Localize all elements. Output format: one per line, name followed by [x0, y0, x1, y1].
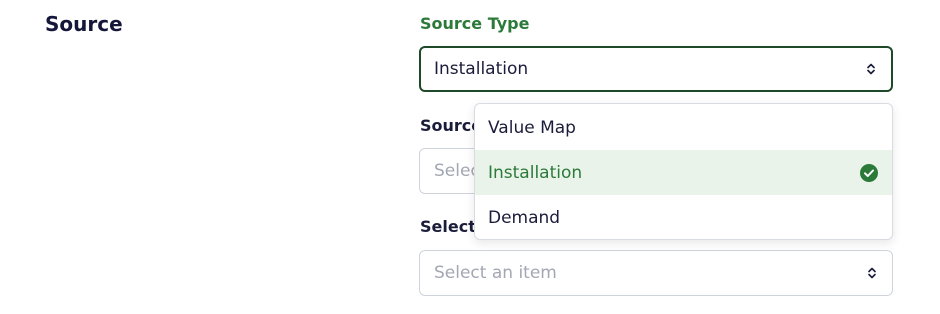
- dropdown-option-value-map[interactable]: Value Map: [475, 105, 892, 150]
- check-circle-icon: [860, 163, 878, 182]
- dropdown-option-demand[interactable]: Demand: [475, 195, 892, 239]
- dropdown-option-installation[interactable]: Installation: [475, 150, 892, 195]
- chevron-up-down-icon: [867, 63, 875, 75]
- select-item-placeholder: Select an item: [434, 263, 557, 283]
- select-item-select[interactable]: Select an item: [419, 250, 893, 296]
- source-type-label: Source Type: [420, 14, 530, 33]
- source-type-value: Installation: [434, 59, 529, 79]
- select-item-label: Select: [420, 217, 476, 236]
- option-label: Installation: [488, 162, 583, 183]
- option-label: Value Map: [488, 117, 576, 138]
- source-type-dropdown: Value Map Installation Demand: [474, 103, 893, 240]
- option-label: Demand: [488, 207, 561, 228]
- section-title: Source: [45, 12, 123, 36]
- source-label: Source: [420, 116, 483, 135]
- chevron-up-down-icon: [868, 267, 876, 279]
- source-type-select[interactable]: Installation: [419, 46, 893, 92]
